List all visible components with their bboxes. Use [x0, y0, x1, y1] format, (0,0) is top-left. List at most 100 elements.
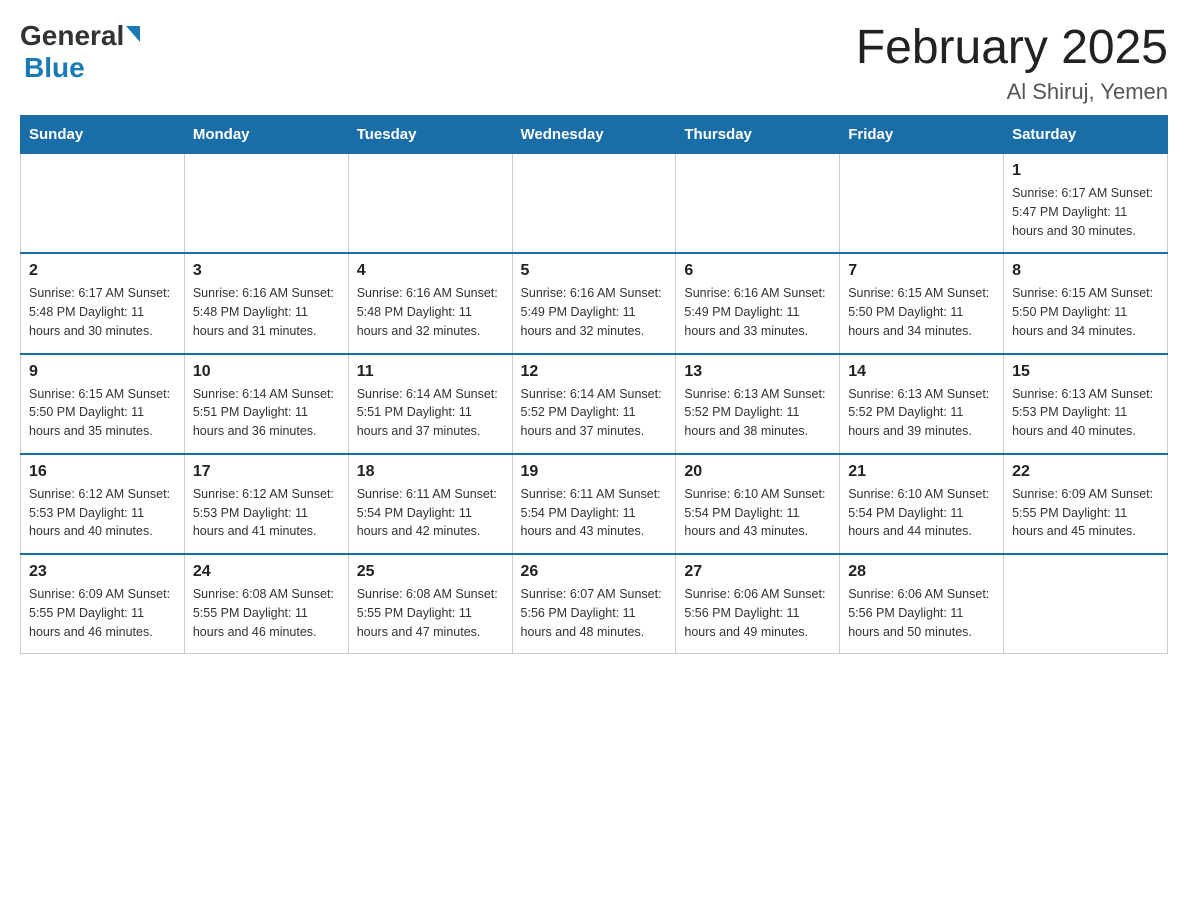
- calendar-cell: [21, 154, 185, 254]
- day-info: Sunrise: 6:13 AM Sunset: 5:52 PM Dayligh…: [848, 385, 995, 441]
- logo-arrow-icon: [126, 26, 140, 42]
- calendar-cell: 20 Sunrise: 6:10 AM Sunset: 5:54 PM Dayli…: [676, 454, 840, 554]
- calendar-week-row: 1 Sunrise: 6:17 AM Sunset: 5:47 PM Daylig…: [21, 154, 1168, 254]
- day-info: Sunrise: 6:13 AM Sunset: 5:53 PM Dayligh…: [1012, 385, 1159, 441]
- day-info: Sunrise: 6:14 AM Sunset: 5:51 PM Dayligh…: [357, 385, 504, 441]
- day-info: Sunrise: 6:16 AM Sunset: 5:49 PM Dayligh…: [684, 284, 831, 340]
- calendar-cell: [348, 154, 512, 254]
- day-number: 9: [29, 363, 176, 381]
- day-number: 23: [29, 563, 176, 581]
- calendar-cell: 5 Sunrise: 6:16 AM Sunset: 5:49 PM Daylig…: [512, 253, 676, 353]
- calendar-cell: 17 Sunrise: 6:12 AM Sunset: 5:53 PM Dayli…: [184, 454, 348, 554]
- day-number: 17: [193, 463, 340, 481]
- calendar-cell: 8 Sunrise: 6:15 AM Sunset: 5:50 PM Daylig…: [1004, 253, 1168, 353]
- day-info: Sunrise: 6:16 AM Sunset: 5:49 PM Dayligh…: [521, 284, 668, 340]
- day-info: Sunrise: 6:11 AM Sunset: 5:54 PM Dayligh…: [521, 485, 668, 541]
- calendar-day-header-sunday: Sunday: [21, 116, 185, 154]
- day-info: Sunrise: 6:08 AM Sunset: 5:55 PM Dayligh…: [193, 585, 340, 641]
- calendar-cell: 11 Sunrise: 6:14 AM Sunset: 5:51 PM Dayli…: [348, 354, 512, 454]
- day-info: Sunrise: 6:08 AM Sunset: 5:55 PM Dayligh…: [357, 585, 504, 641]
- calendar-cell: 15 Sunrise: 6:13 AM Sunset: 5:53 PM Dayli…: [1004, 354, 1168, 454]
- day-info: Sunrise: 6:17 AM Sunset: 5:48 PM Dayligh…: [29, 284, 176, 340]
- day-info: Sunrise: 6:13 AM Sunset: 5:52 PM Dayligh…: [684, 385, 831, 441]
- calendar-week-row: 2 Sunrise: 6:17 AM Sunset: 5:48 PM Daylig…: [21, 253, 1168, 353]
- day-number: 26: [521, 563, 668, 581]
- calendar-week-row: 23 Sunrise: 6:09 AM Sunset: 5:55 PM Dayli…: [21, 554, 1168, 654]
- calendar-day-header-tuesday: Tuesday: [348, 116, 512, 154]
- day-number: 27: [684, 563, 831, 581]
- calendar-day-header-wednesday: Wednesday: [512, 116, 676, 154]
- day-number: 14: [848, 363, 995, 381]
- calendar-cell: 16 Sunrise: 6:12 AM Sunset: 5:53 PM Dayli…: [21, 454, 185, 554]
- day-number: 20: [684, 463, 831, 481]
- day-info: Sunrise: 6:09 AM Sunset: 5:55 PM Dayligh…: [29, 585, 176, 641]
- calendar-cell: 19 Sunrise: 6:11 AM Sunset: 5:54 PM Dayli…: [512, 454, 676, 554]
- logo: General Blue: [20, 20, 140, 84]
- day-info: Sunrise: 6:07 AM Sunset: 5:56 PM Dayligh…: [521, 585, 668, 641]
- calendar-cell: 7 Sunrise: 6:15 AM Sunset: 5:50 PM Daylig…: [840, 253, 1004, 353]
- calendar-cell: 22Sunrise: 6:09 AM Sunset: 5:55 PM Dayli…: [1004, 454, 1168, 554]
- day-info: Sunrise: 6:11 AM Sunset: 5:54 PM Dayligh…: [357, 485, 504, 541]
- day-number: 21: [848, 463, 995, 481]
- day-number: 11: [357, 363, 504, 381]
- calendar-cell: 21 Sunrise: 6:10 AM Sunset: 5:54 PM Dayli…: [840, 454, 1004, 554]
- day-number: 7: [848, 262, 995, 280]
- day-number: 8: [1012, 262, 1159, 280]
- calendar-cell: [512, 154, 676, 254]
- day-info: Sunrise: 6:14 AM Sunset: 5:52 PM Dayligh…: [521, 385, 668, 441]
- day-info: Sunrise: 6:15 AM Sunset: 5:50 PM Dayligh…: [1012, 284, 1159, 340]
- day-number: 4: [357, 262, 504, 280]
- calendar-cell: 6Sunrise: 6:16 AM Sunset: 5:49 PM Daylig…: [676, 253, 840, 353]
- day-number: 1: [1012, 162, 1159, 180]
- calendar-cell: 14 Sunrise: 6:13 AM Sunset: 5:52 PM Dayli…: [840, 354, 1004, 454]
- day-number: 3: [193, 262, 340, 280]
- calendar-cell: 26 Sunrise: 6:07 AM Sunset: 5:56 PM Dayli…: [512, 554, 676, 654]
- day-number: 19: [521, 463, 668, 481]
- calendar-day-header-thursday: Thursday: [676, 116, 840, 154]
- calendar-cell: 10Sunrise: 6:14 AM Sunset: 5:51 PM Dayli…: [184, 354, 348, 454]
- day-info: Sunrise: 6:16 AM Sunset: 5:48 PM Dayligh…: [193, 284, 340, 340]
- day-info: Sunrise: 6:06 AM Sunset: 5:56 PM Dayligh…: [848, 585, 995, 641]
- calendar-cell: 24 Sunrise: 6:08 AM Sunset: 5:55 PM Dayli…: [184, 554, 348, 654]
- page-header: General Blue February 2025 Al Shiruj, Ye…: [20, 20, 1168, 105]
- day-info: Sunrise: 6:15 AM Sunset: 5:50 PM Dayligh…: [848, 284, 995, 340]
- day-number: 5: [521, 262, 668, 280]
- day-number: 12: [521, 363, 668, 381]
- calendar-table: SundayMondayTuesdayWednesdayThursdayFrid…: [20, 115, 1168, 654]
- calendar-cell: 25Sunrise: 6:08 AM Sunset: 5:55 PM Dayli…: [348, 554, 512, 654]
- calendar-day-header-monday: Monday: [184, 116, 348, 154]
- calendar-week-row: 9 Sunrise: 6:15 AM Sunset: 5:50 PM Daylig…: [21, 354, 1168, 454]
- day-info: Sunrise: 6:06 AM Sunset: 5:56 PM Dayligh…: [684, 585, 831, 641]
- calendar-day-header-saturday: Saturday: [1004, 116, 1168, 154]
- day-number: 22: [1012, 463, 1159, 481]
- calendar-cell: 18 Sunrise: 6:11 AM Sunset: 5:54 PM Dayli…: [348, 454, 512, 554]
- calendar-cell: 23 Sunrise: 6:09 AM Sunset: 5:55 PM Dayli…: [21, 554, 185, 654]
- calendar-cell: 9 Sunrise: 6:15 AM Sunset: 5:50 PM Daylig…: [21, 354, 185, 454]
- calendar-cell: 1 Sunrise: 6:17 AM Sunset: 5:47 PM Daylig…: [1004, 154, 1168, 254]
- day-info: Sunrise: 6:17 AM Sunset: 5:47 PM Dayligh…: [1012, 184, 1159, 240]
- day-info: Sunrise: 6:12 AM Sunset: 5:53 PM Dayligh…: [29, 485, 176, 541]
- day-number: 18: [357, 463, 504, 481]
- title-area: February 2025 Al Shiruj, Yemen: [856, 20, 1168, 105]
- day-number: 2: [29, 262, 176, 280]
- day-number: 24: [193, 563, 340, 581]
- day-number: 13: [684, 363, 831, 381]
- day-info: Sunrise: 6:12 AM Sunset: 5:53 PM Dayligh…: [193, 485, 340, 541]
- calendar-day-header-friday: Friday: [840, 116, 1004, 154]
- day-number: 28: [848, 563, 995, 581]
- location-title: Al Shiruj, Yemen: [856, 79, 1168, 105]
- day-number: 10: [193, 363, 340, 381]
- calendar-cell: [676, 154, 840, 254]
- calendar-header-row: SundayMondayTuesdayWednesdayThursdayFrid…: [21, 116, 1168, 154]
- calendar-cell: [1004, 554, 1168, 654]
- day-info: Sunrise: 6:16 AM Sunset: 5:48 PM Dayligh…: [357, 284, 504, 340]
- day-number: 15: [1012, 363, 1159, 381]
- logo-general-text: General: [20, 20, 124, 52]
- day-info: Sunrise: 6:10 AM Sunset: 5:54 PM Dayligh…: [684, 485, 831, 541]
- calendar-cell: [840, 154, 1004, 254]
- day-number: 16: [29, 463, 176, 481]
- day-info: Sunrise: 6:15 AM Sunset: 5:50 PM Dayligh…: [29, 385, 176, 441]
- calendar-cell: 27 Sunrise: 6:06 AM Sunset: 5:56 PM Dayli…: [676, 554, 840, 654]
- calendar-week-row: 16 Sunrise: 6:12 AM Sunset: 5:53 PM Dayli…: [21, 454, 1168, 554]
- day-info: Sunrise: 6:10 AM Sunset: 5:54 PM Dayligh…: [848, 485, 995, 541]
